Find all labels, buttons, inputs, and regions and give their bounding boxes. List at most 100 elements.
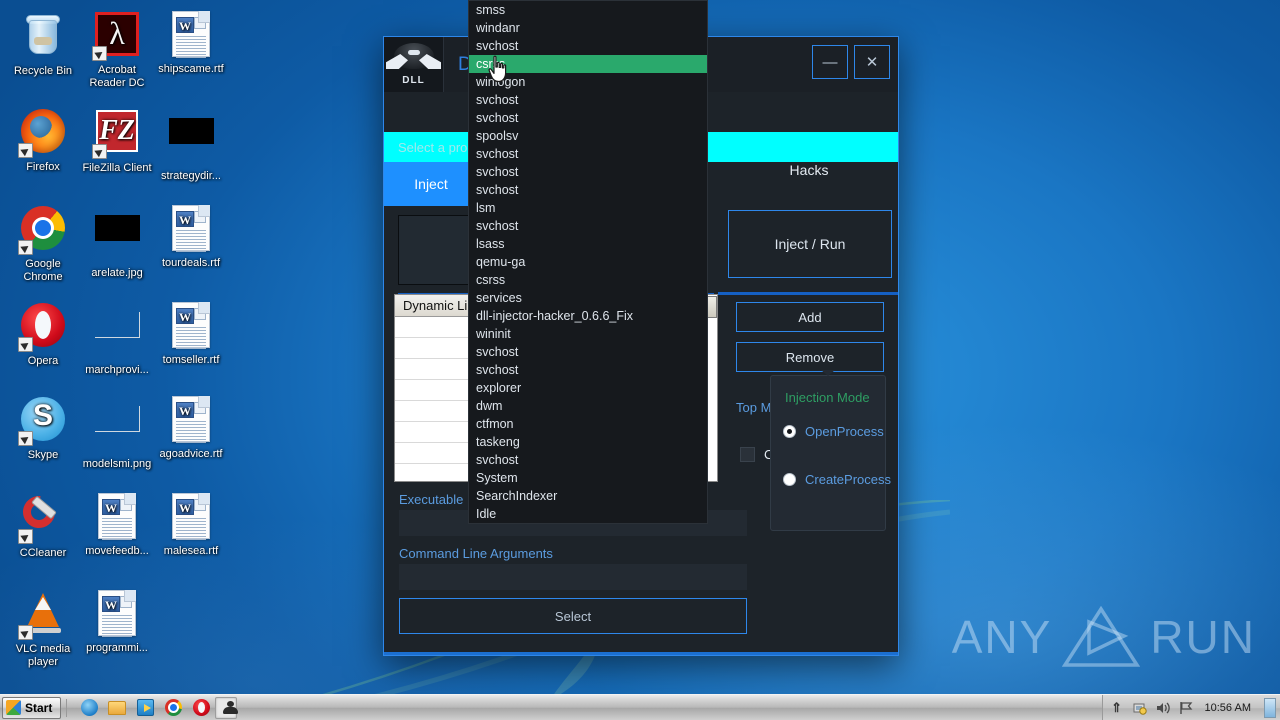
desktop-icon-filezilla-client[interactable]: FZ FileZilla Client <box>80 107 154 175</box>
process-list-item[interactable]: explorer <box>469 379 707 397</box>
process-list-dropdown[interactable]: smss windanr svchost csrss winlogon svchost sv… <box>468 0 708 524</box>
process-list-item[interactable]: dll-injector-hacker_0.6.6_Fix <box>469 307 707 325</box>
process-list-item[interactable]: svchost <box>469 109 707 127</box>
radio-openprocess-icon[interactable] <box>783 425 796 438</box>
process-list-item[interactable]: System <box>469 469 707 487</box>
desktop-icon-opera[interactable]: Opera <box>6 301 80 368</box>
desktop-icon-movefeedb[interactable]: Wmovefeedb... <box>80 492 154 558</box>
process-list-item[interactable]: winlogon <box>469 73 707 91</box>
opera-icon <box>18 303 67 352</box>
process-list-item[interactable]: qemu-ga <box>469 253 707 271</box>
remove-button[interactable]: Remove <box>736 342 884 372</box>
desktop-icon-strategydir[interactable]: strategydir... <box>154 107 228 183</box>
select-button[interactable]: Select <box>399 598 747 634</box>
injection-mode-panel: Injection Mode OpenProcess CreateProcess <box>770 370 891 531</box>
firefox-icon <box>18 109 67 158</box>
desktop-icon-acrobat-reader-dc[interactable]: λ Acrobat Reader DC <box>80 10 154 89</box>
tab-inject[interactable]: Inject <box>384 162 478 206</box>
rtf-document-icon: W <box>167 493 215 541</box>
desktop-icon-label: Firefox <box>26 161 60 173</box>
radio-openprocess[interactable]: OpenProcess <box>783 424 884 439</box>
process-list-item[interactable]: wininit <box>469 325 707 343</box>
process-list-item[interactable]: svchost <box>469 91 707 109</box>
desktop-icon-label: VLC media player <box>15 643 71 668</box>
close-on-inject-checkbox[interactable] <box>740 447 755 462</box>
shortcut-overlay-icon <box>18 529 33 544</box>
desktop-icon-marchprovi[interactable]: marchprovi... <box>80 301 154 377</box>
window-bottom-accent <box>384 652 898 655</box>
process-list-item[interactable]: SearchIndexer <box>469 487 707 505</box>
process-list-item[interactable]: csrss <box>469 271 707 289</box>
taskbar-button[interactable] <box>103 697 127 719</box>
process-list-item[interactable]: ctfmon <box>469 415 707 433</box>
rtf-document-icon: W <box>167 205 215 253</box>
app-logo-icon: DLL <box>384 37 444 92</box>
process-list-item[interactable]: svchost <box>469 145 707 163</box>
desktop-icon-tomseller-rtf[interactable]: Wtomseller.rtf <box>154 301 228 367</box>
add-button[interactable]: Add <box>736 302 884 332</box>
desktop-icon-arelate-jpg[interactable]: arelate.jpg <box>80 204 154 280</box>
radio-createprocess-icon[interactable] <box>783 473 796 486</box>
process-list-item[interactable]: svchost <box>469 361 707 379</box>
desktop-icon-shipscame-rtf[interactable]: Wshipscame.rtf <box>154 10 228 76</box>
desktop-icon-google-chrome[interactable]: Google Chrome <box>6 204 80 283</box>
process-list-item[interactable]: svchost <box>469 37 707 55</box>
desktop-icon-skype[interactable]: S Skype <box>6 395 80 462</box>
process-list-item[interactable]: windanr <box>469 19 707 37</box>
desktop-icon-label: Acrobat Reader DC <box>89 64 145 89</box>
desktop-icon-label: arelate.jpg <box>91 267 143 279</box>
desktop-icon-modelsmi-png[interactable]: modelsmi.png <box>80 395 154 471</box>
command-line-arguments-label: Command Line Arguments <box>399 546 553 561</box>
rtf-document-icon: W <box>167 11 215 59</box>
close-button[interactable]: ✕ <box>854 45 890 79</box>
process-list-item[interactable]: csrss <box>469 55 707 73</box>
windows-logo-icon <box>6 700 21 715</box>
command-line-arguments-input[interactable] <box>399 564 747 590</box>
process-list-item[interactable]: svchost <box>469 181 707 199</box>
desktop-icon-label: shipscame.rtf <box>158 63 224 75</box>
process-list-item[interactable]: spoolsv <box>469 127 707 145</box>
process-list-item[interactable]: dwm <box>469 397 707 415</box>
network-icon[interactable] <box>1132 700 1148 716</box>
taskbar-button[interactable] <box>215 696 239 719</box>
action-center-flag-icon[interactable] <box>1178 700 1194 716</box>
desktop-icon-malesea-rtf[interactable]: Wmalesea.rtf <box>154 492 228 558</box>
inject-run-button[interactable]: Inject / Run <box>728 210 892 278</box>
process-list-item[interactable]: svchost <box>469 217 707 235</box>
desktop-icon-label: malesea.rtf <box>163 545 219 557</box>
process-list-item[interactable]: smss <box>469 1 707 19</box>
process-list-item[interactable]: lsm <box>469 199 707 217</box>
process-list-item[interactable]: svchost <box>469 163 707 181</box>
show-desktop-button[interactable] <box>1264 697 1276 718</box>
process-list-item[interactable]: services <box>469 289 707 307</box>
process-list-item[interactable]: svchost <box>469 451 707 469</box>
volume-icon[interactable] <box>1155 700 1171 716</box>
acrobat-reader-icon: λ <box>92 12 141 61</box>
desktop-icon-ccleaner[interactable]: CCleaner <box>6 489 80 560</box>
process-list-item[interactable]: svchost <box>469 343 707 361</box>
injection-mode-caret-icon <box>821 370 835 376</box>
taskbar-button[interactable] <box>75 697 99 719</box>
desktop-icon-firefox[interactable]: Firefox <box>6 107 80 174</box>
show-hidden-icons-button[interactable]: ⇑ <box>1109 700 1125 716</box>
clock[interactable]: 10:56 AM <box>1201 702 1255 714</box>
taskbar-button[interactable] <box>159 697 183 719</box>
rtf-document-icon: W <box>167 396 215 444</box>
minimize-button[interactable]: — <box>812 45 848 79</box>
process-list-item[interactable]: Idle <box>469 505 707 523</box>
desktop-icon-recycle-bin[interactable]: Recycle Bin <box>6 10 80 78</box>
desktop-icon-programmi[interactable]: Wprogrammi... <box>80 589 154 655</box>
taskbar-button[interactable] <box>187 697 211 719</box>
process-list-item[interactable]: taskeng <box>469 433 707 451</box>
desktop-icon-vlc-media-player[interactable]: VLC media player <box>6 589 80 668</box>
desktop-icon-agoadvice-rtf[interactable]: Wagoadvice.rtf <box>154 395 228 461</box>
taskbar-button[interactable] <box>131 697 155 719</box>
google-chrome-icon <box>165 698 183 716</box>
process-list-item[interactable]: lsass <box>469 235 707 253</box>
radio-createprocess[interactable]: CreateProcess <box>783 472 891 487</box>
skype-icon: S <box>18 397 67 446</box>
start-button[interactable]: Start <box>2 696 62 719</box>
desktop-icon-tourdeals-rtf[interactable]: Wtourdeals.rtf <box>154 204 228 270</box>
file-explorer-icon <box>108 700 127 715</box>
desktop-icon-label: agoadvice.rtf <box>159 448 223 460</box>
